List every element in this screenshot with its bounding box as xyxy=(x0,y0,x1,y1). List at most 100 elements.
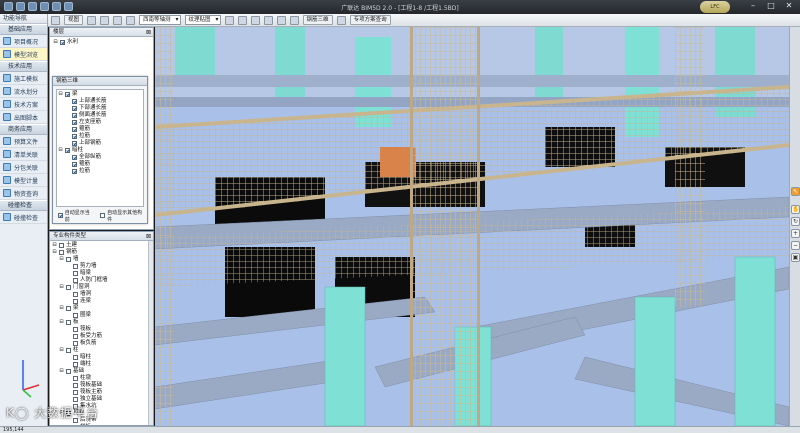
settings-icon[interactable] xyxy=(276,15,286,25)
checkbox[interactable] xyxy=(72,120,77,125)
checkbox[interactable] xyxy=(73,376,78,381)
expand-icon[interactable]: ⊟ xyxy=(59,368,64,375)
measure-tool-icon[interactable] xyxy=(237,15,247,25)
checkbox[interactable] xyxy=(60,40,65,45)
tree-item[interactable]: 箍筋 xyxy=(58,161,142,168)
tree-item[interactable]: ⊟ 基础 xyxy=(52,368,151,375)
tree-item[interactable]: 筏板基础 xyxy=(52,382,151,389)
auto-show-current-checkbox[interactable] xyxy=(58,213,63,218)
tree-item[interactable]: 圈梁 xyxy=(52,312,151,319)
checkbox[interactable] xyxy=(72,162,77,167)
tree-item[interactable]: 拉筋 xyxy=(58,168,142,175)
tree-item[interactable]: 端柱 xyxy=(52,361,151,368)
checkbox[interactable] xyxy=(72,127,77,132)
nav-item[interactable]: 流水划分 xyxy=(0,85,47,98)
tree-item[interactable]: 连梁 xyxy=(52,298,151,305)
expand-icon[interactable]: ⊟ xyxy=(53,39,58,46)
tree-item[interactable]: 上部钢筋 xyxy=(58,140,142,147)
tree-item-root[interactable]: ⊟ 水利 xyxy=(53,39,150,46)
maximize-button[interactable]: □ xyxy=(764,1,778,12)
view-icon[interactable] xyxy=(51,15,60,25)
tree-item[interactable]: 箍筋 xyxy=(58,126,142,133)
vertical-scrollbar[interactable] xyxy=(148,241,153,425)
nav-item[interactable]: 模型浏览 xyxy=(0,48,47,61)
checkbox[interactable] xyxy=(66,369,71,374)
document-icon[interactable] xyxy=(336,15,346,25)
tree-item[interactable]: 暗柱 xyxy=(52,354,151,361)
orbit-icon[interactable] xyxy=(126,15,136,25)
nav-item[interactable]: 物资查询 xyxy=(0,187,47,200)
checkbox[interactable] xyxy=(65,148,70,153)
section-icon[interactable] xyxy=(224,15,234,25)
tree-item[interactable]: 剪力墙 xyxy=(52,263,151,270)
tree-item[interactable]: 筏板主筋 xyxy=(52,389,151,396)
fit-icon[interactable] xyxy=(100,15,110,25)
expand-icon[interactable]: ⊟ xyxy=(59,305,64,312)
tree-item[interactable]: ⊟ 钢筋 xyxy=(52,249,151,256)
expand-icon[interactable]: ⊟ xyxy=(59,284,64,291)
user-badge[interactable]: LFC xyxy=(700,1,730,13)
checkbox[interactable] xyxy=(73,334,78,339)
expand-icon[interactable]: ⊟ xyxy=(52,242,57,249)
checkbox[interactable] xyxy=(66,320,71,325)
checkbox[interactable] xyxy=(66,306,71,311)
checkbox[interactable] xyxy=(73,397,78,402)
zoom-in-icon[interactable]: + xyxy=(791,229,800,238)
home-icon[interactable] xyxy=(87,15,97,25)
pin-icon[interactable]: ⊠ xyxy=(146,232,151,241)
nav-item[interactable]: 项目概况 xyxy=(0,35,47,48)
close-button[interactable]: ✕ xyxy=(782,1,796,12)
camera-icon[interactable] xyxy=(113,15,123,25)
checkbox[interactable] xyxy=(65,92,70,97)
checkbox[interactable] xyxy=(72,113,77,118)
checkbox[interactable] xyxy=(72,141,77,146)
checkbox[interactable] xyxy=(73,292,78,297)
tree-item[interactable]: ⊟ 柱 xyxy=(52,347,151,354)
tree-item[interactable]: 板受力筋 xyxy=(52,333,151,340)
fit-view-icon[interactable]: ▣ xyxy=(791,253,800,262)
select-tool-icon[interactable]: ↖ xyxy=(791,187,800,196)
tree-item[interactable]: 暗梁 xyxy=(52,270,151,277)
tree-item[interactable]: 上部通长筋 xyxy=(58,98,142,105)
tree-item[interactable]: 拉筋 xyxy=(58,133,142,140)
tree-item[interactable]: ⊟ 梁 xyxy=(52,305,151,312)
pin-icon[interactable]: ⊠ xyxy=(146,28,151,37)
checkbox[interactable] xyxy=(72,169,77,174)
nav-item[interactable]: 技术方案 xyxy=(0,98,47,111)
expand-icon[interactable]: ⊟ xyxy=(52,249,57,256)
auto-show-other-checkbox[interactable] xyxy=(100,213,106,218)
tree-item[interactable]: 墙洞 xyxy=(52,291,151,298)
checkbox[interactable] xyxy=(73,278,78,283)
tree-item[interactable]: ⊟ 土建 xyxy=(52,242,151,249)
nav-item[interactable]: 出图脚本 xyxy=(0,111,47,124)
checkbox[interactable] xyxy=(73,341,78,346)
checkbox[interactable] xyxy=(66,257,71,262)
tree-item[interactable]: 柱墩 xyxy=(52,375,151,382)
checkbox[interactable] xyxy=(72,99,77,104)
checkbox[interactable] xyxy=(59,250,64,255)
expand-icon[interactable]: ⊟ xyxy=(58,147,63,154)
tree-item[interactable]: ⊟ 板 xyxy=(52,319,151,326)
checkbox[interactable] xyxy=(73,355,78,360)
nav-item[interactable]: 预算文件 xyxy=(0,135,47,148)
plan-query-button[interactable]: 专项方案查询 xyxy=(349,15,391,25)
minimize-button[interactable]: – xyxy=(746,1,760,12)
tree-item[interactable]: 侧面通长筋 xyxy=(58,112,142,119)
nav-item[interactable]: 碰撞检查 xyxy=(0,211,47,224)
checkbox[interactable] xyxy=(66,285,71,290)
checkbox[interactable] xyxy=(73,383,78,388)
expand-icon[interactable]: ⊟ xyxy=(59,319,64,326)
view-mode-select[interactable]: 西南等轴测 xyxy=(139,15,181,25)
tree-item[interactable]: 人防门框墙 xyxy=(52,277,151,284)
checkbox[interactable] xyxy=(72,106,77,111)
nav-item[interactable]: 模型计量 xyxy=(0,174,47,187)
checkbox[interactable] xyxy=(73,390,78,395)
checkbox[interactable] xyxy=(73,327,78,332)
expand-icon[interactable]: ⊟ xyxy=(59,347,64,354)
rebar-3d-button[interactable]: 钢筋三维 xyxy=(302,15,333,25)
expand-icon[interactable]: ⊟ xyxy=(58,91,63,98)
nav-group-header[interactable]: 技术应用 xyxy=(0,61,47,72)
checkbox[interactable] xyxy=(73,271,78,276)
checkbox[interactable] xyxy=(73,299,78,304)
checkbox[interactable] xyxy=(73,362,78,367)
